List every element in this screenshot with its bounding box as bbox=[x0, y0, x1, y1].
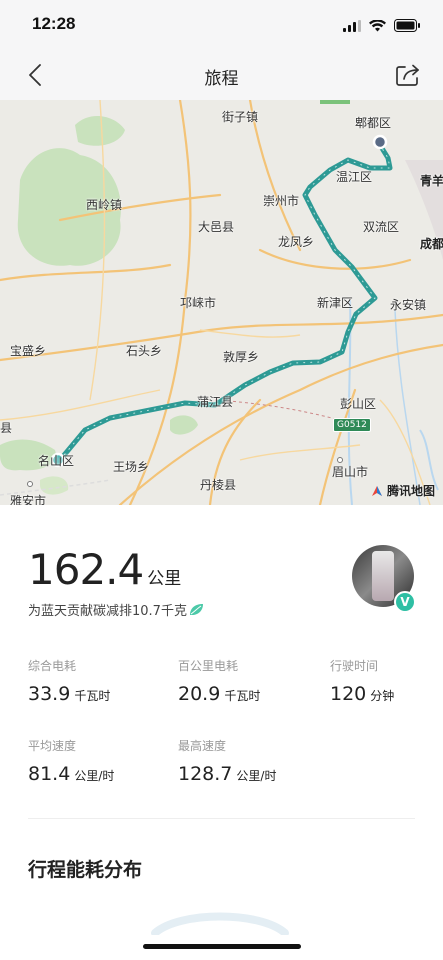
home-indicator[interactable] bbox=[143, 944, 301, 949]
map-place-label: 西岭镇 bbox=[86, 198, 123, 212]
stat-max-speed: 最高速度 128.7 公里/时 bbox=[178, 737, 276, 785]
map-place-label: 崇州市 bbox=[263, 194, 300, 208]
stat-value: 33.9 bbox=[28, 683, 71, 705]
map-place-label: 永安镇 bbox=[390, 298, 427, 312]
stat-label: 综合电耗 bbox=[28, 659, 77, 673]
verified-badge: V bbox=[394, 591, 416, 613]
map-place-label: 宝盛乡 bbox=[10, 344, 47, 358]
map-place-label: 彭山区 bbox=[340, 397, 377, 411]
map-place-label: 石头乡 bbox=[126, 344, 163, 358]
stat-unit: 千瓦时 bbox=[74, 689, 111, 703]
map-place-label: 名山区 bbox=[38, 454, 75, 468]
map-place-label: 龙凤乡 bbox=[278, 235, 315, 249]
stat-value: 120 bbox=[330, 683, 367, 705]
stat-label: 百公里电耗 bbox=[178, 659, 239, 673]
carbon-text: 为蓝天贡献碳减排10.7千克 bbox=[28, 604, 187, 619]
battery-icon bbox=[394, 17, 421, 36]
stat-unit: 千瓦时 bbox=[224, 689, 261, 703]
distance-unit: 公里 bbox=[147, 569, 182, 589]
map-place-label: 温江区 bbox=[336, 170, 373, 184]
nav-bar: 旅程 bbox=[0, 50, 443, 100]
status-bar: 12:28 bbox=[0, 0, 443, 50]
stat-total-energy: 综合电耗 33.9 千瓦时 bbox=[28, 657, 110, 705]
trip-summary-card: 162.4 公里 为蓝天贡献碳减排10.7千克 V 综合电耗 33.9 千瓦时 … bbox=[0, 505, 443, 960]
share-button[interactable] bbox=[393, 60, 423, 90]
distance-value: 162.4 bbox=[28, 545, 144, 594]
leaf-icon bbox=[189, 604, 203, 615]
map-place-label: 街子镇 bbox=[222, 110, 259, 124]
energy-distribution-arc bbox=[151, 912, 289, 935]
map-attribution: 腾讯地图 bbox=[370, 482, 435, 499]
stat-value: 20.9 bbox=[178, 683, 221, 705]
map-place-label: 雅安市 bbox=[10, 494, 47, 505]
stat-label: 行驶时间 bbox=[330, 659, 379, 673]
trip-distance: 162.4 公里 bbox=[28, 545, 181, 594]
page-title: 旅程 bbox=[204, 69, 239, 89]
map-place-label: 成都 bbox=[420, 237, 443, 251]
section-title: 行程能耗分布 bbox=[28, 859, 143, 881]
stat-label: 最高速度 bbox=[178, 739, 227, 753]
stat-unit: 公里/时 bbox=[74, 769, 115, 783]
map-place-label: 青羊 bbox=[420, 174, 443, 188]
map-place-label: 新津区 bbox=[317, 296, 354, 310]
stat-label: 平均速度 bbox=[28, 739, 77, 753]
map-place-label: 大邑县 bbox=[198, 220, 235, 234]
stat-average-speed: 平均速度 81.4 公里/时 bbox=[28, 737, 114, 785]
map-place-label: 眉山市 bbox=[332, 465, 369, 479]
map-place-label: 敦厚乡 bbox=[223, 350, 260, 364]
stat-unit: 分钟 bbox=[370, 689, 395, 703]
status-icons bbox=[343, 17, 421, 36]
map-place-label: 邛崃市 bbox=[180, 296, 217, 310]
map-place-label: 丹棱县 bbox=[200, 478, 237, 492]
stat-value: 81.4 bbox=[28, 763, 71, 785]
tencent-map-logo-icon bbox=[371, 485, 382, 496]
stat-value: 128.7 bbox=[178, 763, 233, 785]
map-attribution-text: 腾讯地图 bbox=[386, 484, 435, 498]
highway-badge: G0512 bbox=[333, 418, 371, 432]
stat-drive-time: 行驶时间 120 分钟 bbox=[330, 657, 394, 705]
share-icon bbox=[396, 64, 419, 86]
status-time: 12:28 bbox=[32, 14, 76, 33]
map-canvas bbox=[0, 100, 443, 505]
map-place-label: 蒲江县 bbox=[197, 395, 234, 409]
map-place-label: 县 bbox=[0, 421, 13, 435]
route-map[interactable]: 街子镇 郫都区 西岭镇 温江区 青羊 崇州市 大邑县 双流区 龙凤乡 成都 邛崃… bbox=[0, 100, 443, 505]
cellular-signal-icon bbox=[343, 17, 361, 36]
stat-energy-per-100km: 百公里电耗 20.9 千瓦时 bbox=[178, 657, 260, 705]
map-place-label: 郫都区 bbox=[355, 116, 392, 130]
map-place-label: 王场乡 bbox=[113, 460, 150, 474]
divider bbox=[28, 818, 415, 819]
stat-unit: 公里/时 bbox=[236, 769, 277, 783]
carbon-reduction: 为蓝天贡献碳减排10.7千克 bbox=[28, 600, 204, 619]
map-place-label: 双流区 bbox=[363, 220, 400, 234]
wifi-icon bbox=[369, 17, 386, 36]
route-end-marker bbox=[372, 134, 388, 150]
